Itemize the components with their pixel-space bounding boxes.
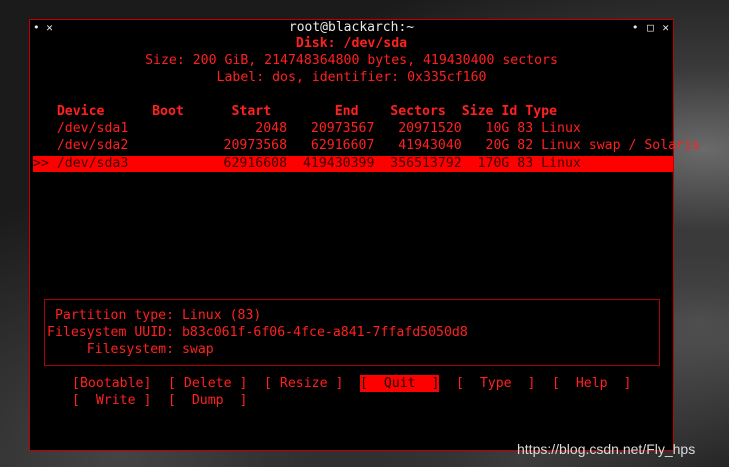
dump-button[interactable]: [ Dump ]: [168, 392, 247, 409]
partition-row-sda2[interactable]: /dev/sda2 20973568 62916607 41943040 20G…: [33, 137, 700, 154]
disk-size: Size: 200 GiB, 214748364800 bytes, 41943…: [145, 53, 558, 68]
disk-heading: Disk: /dev/sda: [295, 36, 408, 51]
filesystem-info: Filesystem: swap: [47, 342, 214, 357]
resize-button[interactable]: [ Resize ]: [264, 375, 343, 392]
watermark-text: https://blog.csdn.net/Fly_hps: [517, 441, 696, 457]
type-button[interactable]: [ Type ]: [456, 375, 535, 392]
delete-button[interactable]: [ Delete ]: [168, 375, 247, 392]
bootable-button[interactable]: [Bootable]: [72, 375, 151, 392]
partition-row-sda1[interactable]: /dev/sda1 2048 20973567 20971520 10G 83 …: [33, 120, 581, 137]
table-header: Device Boot Start End Sectors Size Id Ty…: [33, 104, 558, 119]
title-bar: • ✕ root@blackarch:~ • □ ✕: [30, 20, 673, 35]
window-controls[interactable]: • □ ✕: [632, 20, 670, 35]
partition-type-info: Partition type: Linux (83): [47, 308, 262, 323]
disk-label: Label: dos, identifier: 0x335cf160: [216, 70, 487, 85]
quit-button[interactable]: [ Quit ]: [360, 375, 440, 392]
partition-row-sda3[interactable]: >> /dev/sda3 62916608 419430399 35651379…: [33, 155, 581, 172]
filesystem-uuid-info: Filesystem UUID: b83c061f-6f06-4fce-a841…: [47, 325, 468, 340]
write-button[interactable]: [ Write ]: [72, 392, 151, 409]
window-title: root@blackarch:~: [288, 20, 415, 35]
terminal-window: • ✕ root@blackarch:~ • □ ✕ Disk: /dev/sd…: [29, 19, 700, 451]
help-button[interactable]: [ Help ]: [552, 375, 631, 392]
